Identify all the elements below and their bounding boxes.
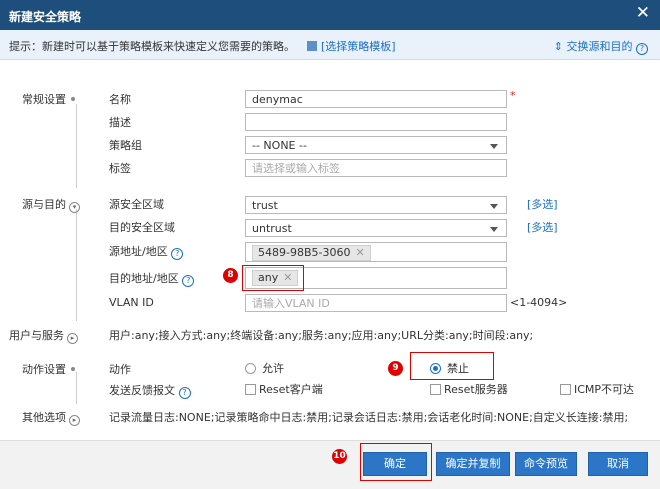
vlan-range: <1-4094>	[510, 296, 568, 309]
src-zone-label: 源安全区域	[109, 198, 164, 211]
checkbox-icon	[245, 384, 256, 395]
reset-server-checkbox[interactable]: Reset服务器	[430, 381, 508, 397]
section-src-dst[interactable]: 源与目的 ▾	[22, 196, 80, 213]
command-preview-button[interactable]: 命令预览	[515, 452, 577, 476]
expand-icon[interactable]: ▸	[69, 415, 80, 426]
help-icon[interactable]: ?	[636, 43, 648, 55]
name-field[interactable]: denymac	[245, 90, 507, 108]
section-divider	[76, 372, 77, 404]
tip-bar: 提示：新建时可以基于策略模板来快速定义您需要的策略。 [选择策略模板] ⇕ 交换…	[0, 30, 660, 60]
ok-and-copy-button[interactable]: 确定并复制	[436, 452, 510, 476]
tag-label: 标签	[109, 162, 131, 175]
checkbox-icon	[560, 384, 571, 395]
tag-input[interactable]: 请选择或输入标签	[245, 159, 507, 177]
swap-icon: ⇕	[553, 40, 563, 53]
remove-tag-icon[interactable]: ✕	[355, 246, 364, 259]
help-icon[interactable]: ?	[178, 387, 191, 399]
close-icon[interactable]: ✕	[636, 5, 650, 22]
action-label: 动作	[109, 363, 131, 376]
section-action: 动作设置	[22, 361, 75, 377]
select-template-link[interactable]: [选择策略模板]	[307, 38, 396, 54]
name-label: 名称	[109, 93, 131, 106]
radio-checked-icon	[430, 363, 441, 374]
help-icon[interactable]: ?	[171, 248, 184, 260]
description-field[interactable]	[245, 113, 507, 131]
dst-zone-multiselect-link[interactable]: [多选]	[527, 219, 558, 235]
feedback-label: 发送反馈报文 ?	[109, 382, 191, 399]
checkbox-icon	[430, 384, 441, 395]
permit-radio[interactable]: 允许	[245, 360, 284, 376]
ok-button[interactable]: 确定	[363, 452, 427, 476]
section-user-service[interactable]: 用户与服务 ▸	[9, 327, 78, 344]
section-dot-icon	[71, 97, 75, 101]
dst-zone-select[interactable]: untrust	[245, 219, 507, 237]
src-zone-select[interactable]: trust	[245, 196, 507, 214]
step-badge-8: 8	[223, 268, 238, 283]
dst-addr-label: 目的地址/地区 ?	[109, 270, 195, 287]
template-icon	[307, 41, 317, 51]
dialog-title: 新建安全策略	[9, 10, 82, 24]
section-divider	[76, 104, 77, 188]
src-addr-label: 源地址/地区 ?	[109, 243, 184, 260]
dialog-titlebar: 新建安全策略 ✕	[0, 0, 660, 30]
step-badge-9: 9	[388, 361, 403, 376]
help-icon[interactable]: ?	[182, 275, 195, 287]
src-zone-multiselect-link[interactable]: [多选]	[527, 196, 558, 212]
vlan-input[interactable]: 请输入VLAN ID	[245, 294, 507, 312]
vlan-label: VLAN ID	[109, 296, 154, 309]
deny-radio[interactable]: 禁止	[430, 360, 469, 376]
cancel-button[interactable]: 取消	[588, 452, 648, 476]
required-mark: *	[510, 89, 516, 102]
description-label: 描述	[109, 116, 131, 129]
section-general: 常规设置	[22, 91, 75, 107]
src-addr-field[interactable]: 5489-98B5-3060 ✕	[245, 242, 507, 262]
swap-src-dst-link[interactable]: ⇕ 交换源和目的 ?	[554, 38, 648, 55]
highlight-dst-addr	[242, 265, 304, 291]
src-addr-tag: 5489-98B5-3060 ✕	[252, 245, 371, 261]
section-dot-icon	[71, 367, 75, 371]
section-divider	[76, 209, 77, 321]
collapse-icon[interactable]: ▾	[69, 202, 80, 213]
step-badge-10: 10	[332, 449, 347, 464]
section-other[interactable]: 其他选项 ▸	[22, 409, 80, 426]
reset-client-checkbox[interactable]: Reset客户端	[245, 381, 323, 397]
policy-group-select[interactable]: -- NONE --	[245, 136, 507, 154]
radio-icon	[245, 363, 256, 374]
tip-text: 提示：新建时可以基于策略模板来快速定义您需要的策略。	[9, 40, 295, 53]
policy-group-label: 策略组	[109, 139, 142, 152]
dst-zone-label: 目的安全区域	[109, 221, 175, 234]
other-options-summary: 记录流量日志:NONE;记录策略命中日志:禁用;记录会话日志:禁用;会话老化时间…	[109, 411, 629, 424]
expand-icon[interactable]: ▸	[67, 333, 78, 344]
user-service-summary: 用户:any;接入方式:any;终端设备:any;服务:any;应用:any;U…	[109, 329, 534, 342]
icmp-unreachable-checkbox[interactable]: ICMP不可达	[560, 381, 634, 397]
